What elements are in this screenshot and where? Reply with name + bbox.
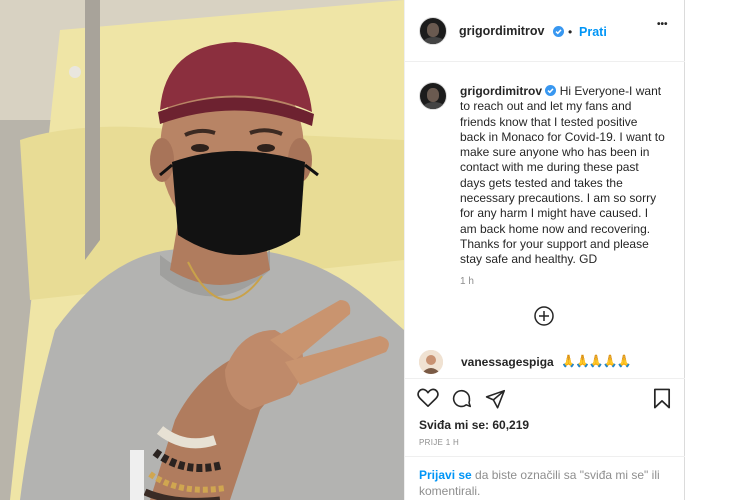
post-caption: grigordimitrov Hi Everyone-I want to rea… (460, 84, 665, 268)
comment-text: 🙏🙏🙏🙏🙏 (561, 354, 632, 368)
likes-number: 60,219 (492, 418, 530, 432)
follow-button[interactable]: Prati (579, 25, 607, 39)
bookmark-icon[interactable] (653, 388, 671, 409)
commenter-username[interactable]: vanessagespiga (461, 355, 554, 369)
caption-username[interactable]: grigordimitrov (460, 84, 542, 98)
caption-avatar[interactable] (419, 82, 447, 110)
instagram-post: grigordimitrov • Prati ••• grigordimitro… (0, 0, 685, 500)
verified-icon (545, 85, 557, 96)
header-separator: • (568, 25, 573, 39)
author-avatar[interactable] (419, 17, 447, 45)
login-text: Prijavi se da biste označili sa "sviđa m… (419, 467, 669, 499)
post-photo[interactable] (0, 0, 404, 500)
author-username[interactable]: grigordimitrov (459, 24, 544, 38)
load-more-comments-icon[interactable] (534, 306, 554, 326)
heart-icon[interactable] (417, 388, 439, 408)
post-age: PRIJE 1 H (419, 438, 460, 447)
post-side-panel: grigordimitrov • Prati ••• grigordimitro… (404, 0, 685, 500)
caption-text: Hi Everyone-I want to reach out and let … (460, 84, 665, 267)
commenter-avatar[interactable] (419, 350, 443, 374)
caption-time: 1 h (460, 276, 474, 287)
comment-item: vanessagespiga 🙏🙏🙏🙏🙏 (419, 350, 679, 374)
more-options-icon[interactable]: ••• (657, 19, 668, 30)
likes-label: Sviđa mi se: (419, 418, 490, 432)
verified-icon (553, 26, 564, 37)
selfie-image (0, 0, 404, 500)
login-link[interactable]: Prijavi se (419, 468, 472, 482)
share-icon[interactable] (485, 389, 506, 409)
post-header: grigordimitrov • Prati ••• (405, 0, 685, 62)
comment-icon[interactable] (451, 388, 472, 409)
likes-count[interactable]: Sviđa mi se: 60,219 (419, 418, 529, 432)
login-prompt: Prijavi se da biste označili sa "sviđa m… (405, 456, 685, 501)
